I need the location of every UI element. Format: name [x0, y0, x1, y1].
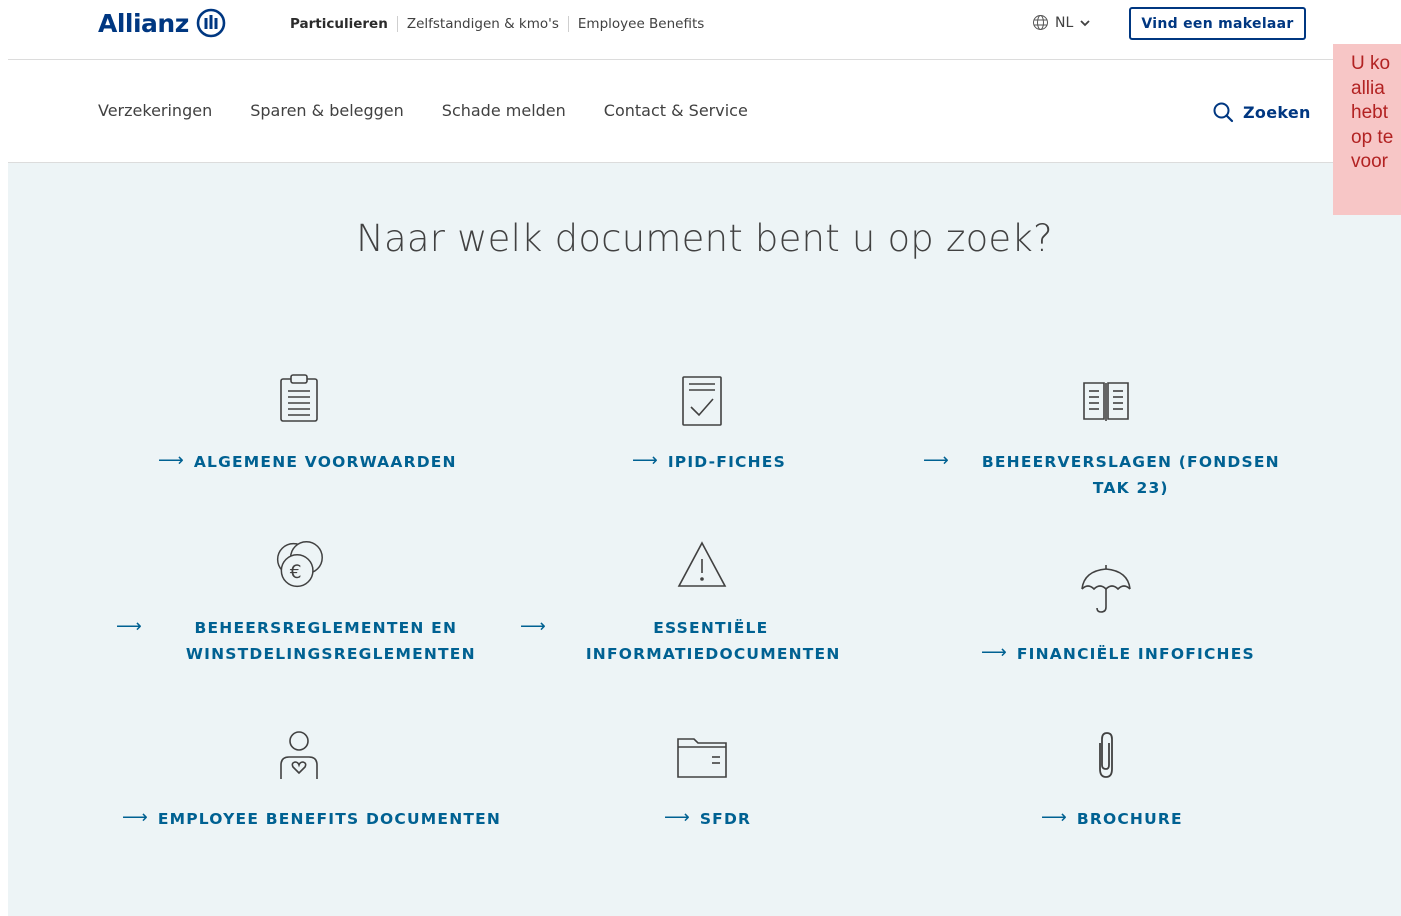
- arrow-right-icon: ⟶: [664, 807, 690, 828]
- open-book-icon: [1080, 375, 1132, 427]
- nav-item-contact-service[interactable]: Contact & Service: [604, 101, 748, 120]
- tile-label: ALGEMENE VOORWAARDEN: [193, 453, 457, 471]
- document-finder: Naar welk document bent u op zoek? ⟶ ALG…: [8, 163, 1401, 916]
- language-value: NL: [1055, 14, 1074, 31]
- tile-label: EMPLOYEE BENEFITS DOCUMENTEN: [157, 810, 502, 828]
- arrow-right-icon: ⟶: [923, 450, 949, 471]
- logo-wordmark: Allianz: [98, 8, 189, 38]
- person-heart-icon: [273, 729, 325, 781]
- notice-line: U ko: [1351, 53, 1391, 74]
- notice-overlay: U ko allia hebt op te voor: [1333, 44, 1401, 215]
- nav-item-schade-melden[interactable]: Schade melden: [442, 101, 566, 120]
- search-button[interactable]: Zoeken: [1212, 101, 1311, 123]
- tile-label: BEHEERSREGLEMENTEN EN WINSTDELINGSREGLEM…: [185, 619, 476, 663]
- notice-line: op te: [1351, 126, 1394, 148]
- umbrella-icon: [1080, 563, 1132, 615]
- search-icon: [1213, 102, 1234, 123]
- tile-label: FINANCIËLE INFOFICHES: [1016, 645, 1255, 663]
- main-navigation: Verzekeringen Sparen & beleggen Schade m…: [8, 60, 1401, 163]
- segment-employee-benefits[interactable]: Employee Benefits: [578, 16, 704, 32]
- link-ipid-fiches[interactable]: ⟶ IPID-FICHES: [632, 449, 786, 475]
- tile-label: ESSENTIËLE INFORMATIEDOCUMENTEN: [585, 619, 841, 663]
- nav-item-sparen-beleggen[interactable]: Sparen & beleggen: [250, 101, 404, 120]
- link-beheerverslagen[interactable]: ⟶ BEHEERVERSLAGEN (FONDSEN TAK 23): [923, 449, 1291, 501]
- chevron-down-icon: [1080, 19, 1090, 26]
- page-title: Naar welk document bent u op zoek?: [356, 217, 1053, 260]
- arrow-right-icon: ⟶: [1041, 807, 1067, 828]
- notice-line: hebt: [1351, 102, 1388, 123]
- allianz-eagle-icon: [196, 8, 226, 38]
- link-beheersreglementen[interactable]: ⟶ BEHEERSREGLEMENTEN EN WINSTDELINGSREGL…: [116, 615, 476, 667]
- top-bar: Allianz Particulieren Zelfstandigen & km…: [8, 0, 1401, 60]
- arrow-right-icon: ⟶: [981, 642, 1007, 663]
- arrow-right-icon: ⟶: [158, 450, 184, 471]
- arrow-right-icon: ⟶: [116, 616, 142, 637]
- checked-document-icon: [676, 375, 728, 427]
- segment-particulieren[interactable]: Particulieren: [290, 16, 388, 32]
- tile-label: BEHEERVERSLAGEN (FONDSEN TAK 23): [981, 453, 1280, 497]
- svg-text:€: €: [290, 562, 302, 583]
- nav-links: Verzekeringen Sparen & beleggen Schade m…: [98, 101, 786, 120]
- link-essentiele-informatiedocumenten[interactable]: ⟶ ESSENTIËLE INFORMATIEDOCUMENTEN: [520, 615, 841, 667]
- warning-triangle-icon: [676, 539, 728, 591]
- arrow-right-icon: ⟶: [122, 807, 148, 828]
- segment-switcher: Particulieren Zelfstandigen & kmo's Empl…: [290, 16, 704, 32]
- notice-text: U ko allia hebt op te voor: [1351, 52, 1401, 175]
- link-financiele-infofiches[interactable]: ⟶ FINANCIËLE INFOFICHES: [981, 641, 1255, 667]
- notice-line: voor: [1351, 151, 1388, 172]
- segment-zelfstandigen[interactable]: Zelfstandigen & kmo's: [407, 16, 559, 32]
- tile-label: IPID-FICHES: [667, 453, 786, 471]
- link-brochure[interactable]: ⟶ BROCHURE: [1041, 806, 1183, 832]
- link-algemene-voorwaarden[interactable]: ⟶ ALGEMENE VOORWAARDEN: [158, 449, 457, 475]
- globe-icon: [1033, 15, 1048, 30]
- paperclip-icon: [1080, 729, 1132, 781]
- arrow-right-icon: ⟶: [632, 450, 658, 471]
- nav-item-verzekeringen[interactable]: Verzekeringen: [98, 101, 212, 120]
- arrow-right-icon: ⟶: [520, 616, 546, 637]
- page: Allianz Particulieren Zelfstandigen & km…: [8, 0, 1401, 916]
- link-employee-benefits-documenten[interactable]: ⟶ EMPLOYEE BENEFITS DOCUMENTEN: [122, 806, 501, 832]
- language-selector[interactable]: NL: [1032, 14, 1091, 31]
- find-broker-button[interactable]: Vind een makelaar: [1129, 7, 1306, 40]
- link-sfdr[interactable]: ⟶ SFDR: [664, 806, 751, 832]
- clipboard-icon: [273, 373, 325, 425]
- tile-label: SFDR: [699, 810, 752, 828]
- allianz-logo[interactable]: Allianz: [98, 8, 226, 38]
- folder-icon: [676, 733, 728, 785]
- euro-coins-icon: €: [273, 539, 325, 591]
- notice-line: allia: [1351, 77, 1385, 99]
- search-label: Zoeken: [1243, 102, 1311, 122]
- segment-divider: [567, 16, 569, 32]
- segment-divider: [396, 16, 398, 32]
- tile-label: BROCHURE: [1076, 810, 1183, 828]
